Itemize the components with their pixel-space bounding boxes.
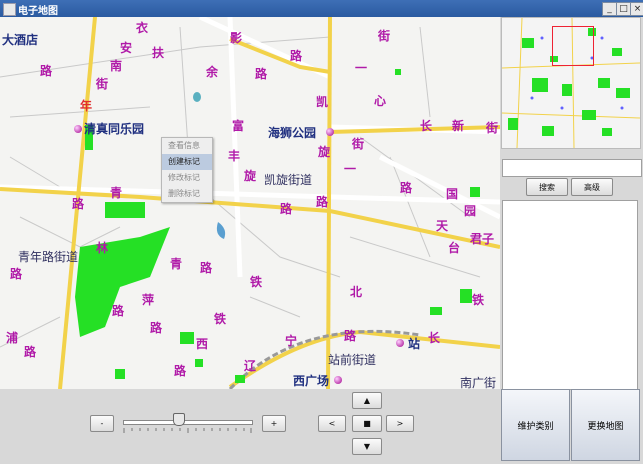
title-bar: 电子地图 _ □ × — [0, 0, 643, 17]
zoom-out-button[interactable]: - — [90, 415, 114, 432]
road-label: 旋 — [244, 169, 257, 183]
zoom-slider-ticks — [123, 428, 252, 433]
road-label: 路 — [40, 64, 53, 78]
road-label: 安 — [120, 41, 133, 55]
road-label: 街 — [352, 137, 365, 151]
road-label: 路 — [72, 197, 85, 211]
road-label: 丰 — [228, 149, 241, 163]
road-label: 一 — [344, 162, 357, 176]
change-map-button[interactable]: 更换地图 — [571, 389, 640, 461]
search-input[interactable] — [502, 159, 642, 177]
district-label: 青年路街道 — [18, 250, 79, 264]
window-title: 电子地图 — [18, 6, 58, 17]
road-label: 街 — [486, 121, 499, 135]
road-label: 路 — [174, 364, 187, 378]
menu-edit-marker[interactable]: 修改标记 — [162, 170, 212, 186]
road-label: 影 — [230, 31, 243, 45]
road-label: 天 — [436, 219, 449, 233]
menu-view-info[interactable]: 查看信息 — [162, 138, 212, 154]
close-button[interactable]: × — [630, 2, 643, 16]
road-label: 扶 — [152, 46, 165, 60]
road-label: 余 — [206, 65, 219, 79]
road-label: 园 — [464, 204, 477, 218]
zoom-slider-thumb[interactable] — [172, 413, 185, 426]
road-label: 路 — [344, 329, 357, 343]
road-label: 西 — [196, 337, 209, 351]
road-label: 街 — [378, 29, 391, 43]
road-label: 路 — [150, 321, 163, 335]
poi-label: 清真同乐园 — [84, 122, 145, 136]
menu-delete-marker[interactable]: 删除标记 — [162, 186, 212, 202]
road-label: 路 — [255, 67, 268, 81]
poi-marker[interactable] — [326, 128, 334, 136]
road-label: 林 — [96, 241, 109, 255]
poi-marker[interactable] — [74, 125, 82, 133]
road-label: 旋 — [318, 145, 331, 159]
road-label: 路 — [280, 202, 293, 216]
road-label: 路 — [24, 345, 37, 359]
search-button[interactable]: 搜索 — [526, 178, 568, 196]
poi-label: 西广场 — [293, 374, 330, 388]
road-label: 新 — [452, 119, 465, 133]
menu-create-marker[interactable]: 创建标记 — [162, 154, 212, 170]
road-label: 青 — [170, 257, 183, 271]
control-panel — [0, 389, 500, 464]
poi-marker[interactable] — [334, 376, 342, 384]
road-label: 南 — [110, 59, 123, 73]
pan-up-button[interactable]: ▲ — [352, 392, 382, 409]
road-label: 萍 — [142, 293, 155, 307]
zoom-slider-track[interactable] — [123, 420, 253, 425]
road-label: 心 — [374, 94, 387, 108]
road-label: 长 — [420, 119, 433, 133]
pan-down-button[interactable]: ▼ — [352, 438, 382, 455]
pan-center-button[interactable]: ■ — [352, 415, 382, 432]
poi-label: 海狮公园 — [268, 126, 317, 140]
road-label: 路 — [290, 49, 303, 63]
app-icon — [3, 3, 16, 16]
maximize-button[interactable]: □ — [616, 2, 631, 16]
road-label: 铁 — [250, 275, 263, 289]
road-label: 青 — [110, 186, 123, 200]
road-label: 铁 — [214, 312, 227, 326]
road-label: 辽 — [244, 359, 257, 373]
red-road-label: 年 — [80, 99, 93, 113]
road-label: 长 — [428, 331, 441, 345]
road-label: 路 — [400, 181, 413, 195]
search-results-list[interactable] — [502, 200, 638, 390]
road-label: 浦 — [6, 331, 19, 345]
overview-map[interactable] — [501, 17, 641, 149]
pan-right-button[interactable]: > — [386, 415, 414, 432]
poi-label: 大酒店 — [2, 33, 39, 47]
map-canvas[interactable]: 衣 安 扶 南 街 余 影 路 街 一 心 凯 长 新 街 旋 富 丰 街 路 … — [0, 17, 500, 389]
road-label: 路 — [316, 195, 329, 209]
advanced-search-button[interactable]: 高级 — [571, 178, 613, 196]
district-label: 站前街道 — [328, 353, 377, 367]
road-label: 国 — [446, 187, 459, 201]
minimize-button[interactable]: _ — [602, 2, 617, 16]
road-label: 铁 — [472, 293, 485, 307]
district-label: 南广街 — [460, 376, 497, 389]
context-menu: 查看信息 创建标记 修改标记 删除标记 — [161, 137, 213, 203]
road-label: 君子 — [470, 232, 495, 246]
road-label: 富 — [232, 119, 245, 133]
road-label: 台 — [448, 241, 461, 255]
road-label: 街 — [96, 77, 109, 91]
pan-left-button[interactable]: < — [318, 415, 346, 432]
road-label: 衣 — [136, 21, 149, 35]
road-label: 凯 — [316, 95, 329, 109]
maintain-category-button[interactable]: 维护类别 — [501, 389, 570, 461]
overview-viewport[interactable] — [552, 26, 594, 66]
zoom-in-button[interactable]: + — [262, 415, 286, 432]
road-label: 路 — [200, 261, 213, 275]
road-label: 路 — [10, 267, 23, 281]
road-label: 宁 — [285, 334, 298, 348]
road-label: 北 — [350, 285, 363, 299]
district-label: 凯旋街道 — [264, 173, 313, 187]
road-label: 路 — [112, 304, 125, 318]
poi-label: 站 — [408, 337, 421, 351]
road-label: 一 — [355, 61, 368, 75]
poi-marker[interactable] — [396, 339, 404, 347]
